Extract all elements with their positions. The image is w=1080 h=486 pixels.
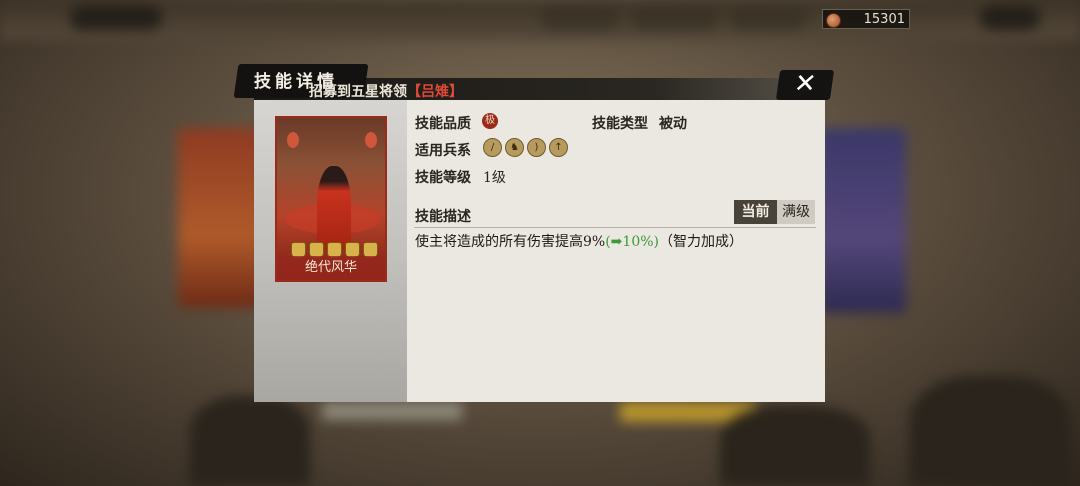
- quality-badge: 极: [482, 113, 498, 129]
- skill-description: 使主将造成的所有伤害提高9%(➡10%)（智力加成）: [415, 231, 743, 251]
- cavalry-icon: ♞: [505, 138, 524, 157]
- description-label: 技能描述: [415, 209, 471, 225]
- subtitle-text: 招募到五星将领: [309, 84, 407, 100]
- troops-label: 适用兵系: [415, 143, 471, 159]
- hero-card[interactable]: 绝代风华: [275, 116, 387, 282]
- troop-types: / ♞ ) ↑: [483, 138, 568, 157]
- tab-current[interactable]: 当前: [734, 200, 777, 224]
- close-button[interactable]: ✕: [775, 69, 835, 100]
- dialog-subtitle: 招募到五星将领【吕雉】: [309, 81, 463, 101]
- type-label: 技能类型: [592, 116, 648, 132]
- copper-coin-icon: [826, 13, 841, 28]
- card-panel: 绝代风华: [254, 100, 407, 402]
- description-bonus: (➡10%): [605, 234, 659, 250]
- level-label: 技能等级: [415, 170, 471, 186]
- bow-icon: ): [527, 138, 546, 157]
- type-value: 被动: [659, 116, 687, 132]
- skill-detail-dialog: 技能详情 招募到五星将领【吕雉】 ✕ 绝代风华 技能品质 极 技能类型 被动 适…: [233, 64, 835, 402]
- description-note: （智力加成）: [659, 234, 743, 250]
- divider: [414, 227, 816, 228]
- skill-card-name: 绝代风华: [277, 256, 385, 280]
- currency-value: 15301: [863, 11, 905, 27]
- quality-label: 技能品质: [415, 116, 471, 132]
- level-value: 1级: [483, 170, 506, 186]
- tab-max-level[interactable]: 满级: [777, 200, 815, 224]
- halberd-icon: ↑: [549, 138, 568, 157]
- spear-icon: /: [483, 138, 502, 157]
- currency-display: 15301: [822, 9, 910, 29]
- close-icon: ✕: [792, 69, 819, 99]
- description-main: 使主将造成的所有伤害提高9%: [415, 234, 606, 250]
- hero-name: 【吕雉】: [407, 84, 463, 100]
- hero-portrait: [317, 166, 351, 250]
